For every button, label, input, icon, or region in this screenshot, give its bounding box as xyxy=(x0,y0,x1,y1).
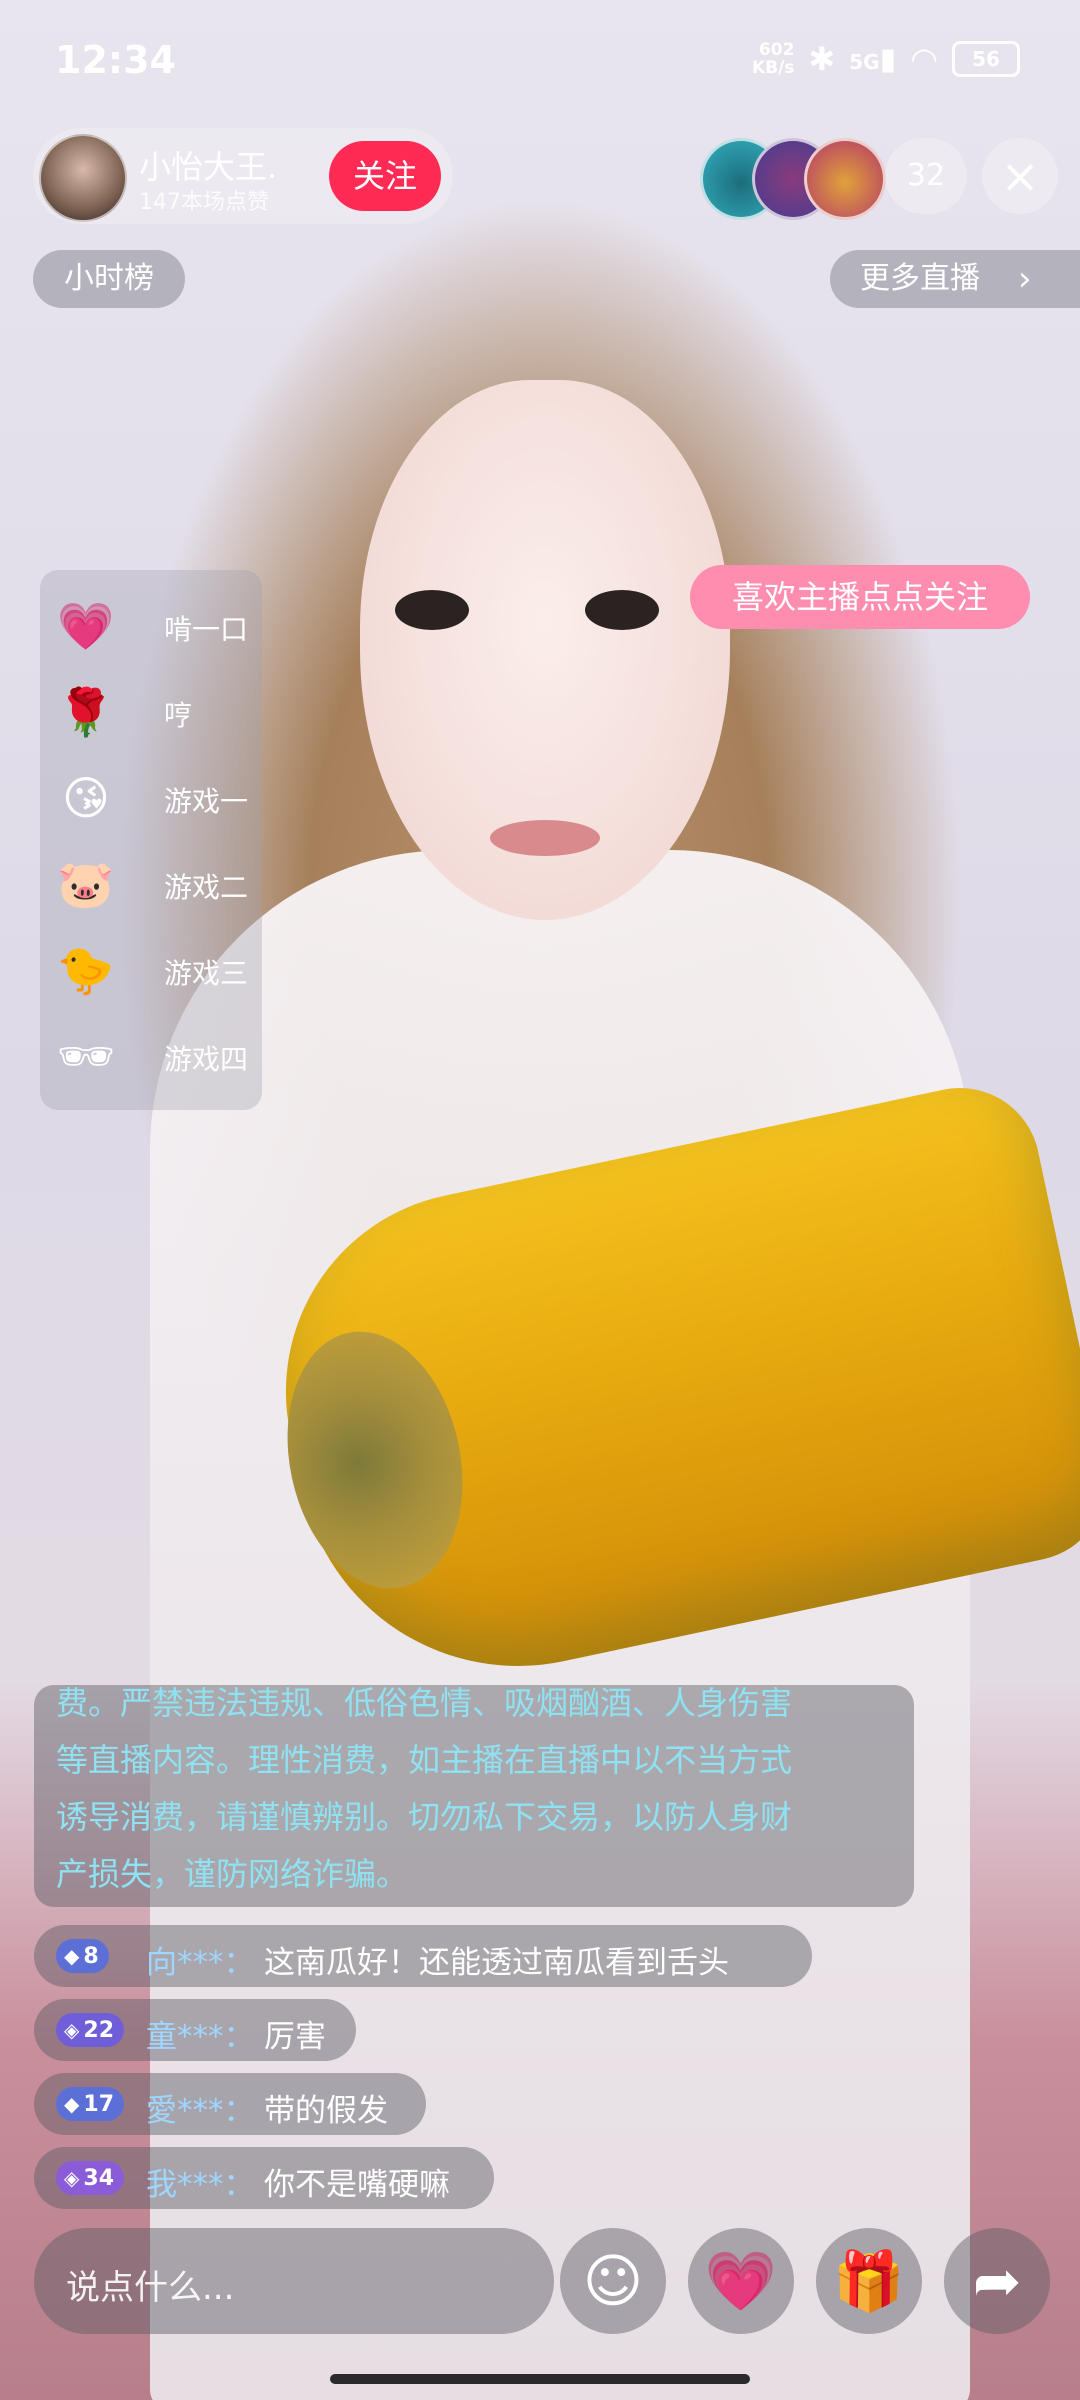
sunglasses-icon: 🕶 xyxy=(56,1029,116,1083)
status-icons: 602 KB/s ✱ 5G▮ ◠ 56 xyxy=(752,40,1020,78)
battery-icon: 56 xyxy=(952,41,1020,77)
streamer-eye xyxy=(585,590,659,630)
gift-label: 游戏三 xyxy=(164,957,249,990)
comment-row[interactable]: ◆ 8 向***： 这南瓜好！还能透过南瓜看到舌头 xyxy=(34,1925,812,1987)
gift-label: 游戏四 xyxy=(164,1043,249,1076)
notice-text: 费。严禁违法违规、低俗色情、吸烟酗酒、人身伤害 等直播内容。理性消费，如主播在直… xyxy=(56,1685,793,1893)
more-live-label: 更多直播 xyxy=(860,261,980,296)
hourly-rank-button[interactable]: 小时榜 xyxy=(33,250,185,308)
level-badge: ◆ 17 xyxy=(56,2087,125,2121)
comment-message: 厉害 xyxy=(264,2019,326,2055)
level-badge: ◆ 8 xyxy=(56,1939,109,1973)
streamer-eye xyxy=(395,590,469,630)
host-name: 小怡大王. xyxy=(139,148,278,186)
diamond-icon: ◆ xyxy=(64,1944,80,1968)
comment-user[interactable]: 愛***： xyxy=(146,2085,255,2130)
gift-item[interactable]: 🕶 游戏四 xyxy=(56,1020,256,1092)
host-avatar[interactable] xyxy=(39,134,127,222)
pig-icon: 🐷 xyxy=(57,857,115,911)
comment-row[interactable]: ◆ 17 愛***： 带的假发 xyxy=(34,2073,426,2135)
gift-label: 啃一口 xyxy=(164,613,249,646)
viewer-count[interactable]: 32 xyxy=(885,138,967,214)
more-live-button[interactable]: 更多直播 › xyxy=(830,250,1080,308)
follow-prompt-bubble[interactable]: 喜欢主播点点关注 xyxy=(690,565,1030,629)
network-speed: 602 KB/s xyxy=(751,40,795,78)
face-icon: 😘 xyxy=(62,771,110,825)
level-badge: ◈ 34 xyxy=(56,2161,125,2195)
comment-user[interactable]: 童***： xyxy=(146,2011,255,2056)
comment-message: 这南瓜好！还能透过南瓜看到舌头 xyxy=(264,1945,729,1981)
chevron-right-icon: › xyxy=(1018,259,1032,299)
wifi-icon: ◠ xyxy=(910,40,938,78)
duck-icon: 🐤 xyxy=(57,943,115,997)
streamer-lips xyxy=(490,820,600,856)
level-badge: ◈ 22 xyxy=(56,2013,125,2047)
diamond-icon: ◈ xyxy=(64,2018,80,2042)
comment-user[interactable]: 我***： xyxy=(146,2159,255,2204)
close-icon[interactable]: × xyxy=(982,138,1058,214)
clock: 12:34 xyxy=(55,38,176,82)
signal-5g-icon: 5G▮ xyxy=(849,41,897,77)
gift-label: 游戏二 xyxy=(164,871,249,904)
system-notice: 费。严禁违法违规、低俗色情、吸烟酗酒、人身伤害 等直播内容。理性消费，如主播在直… xyxy=(34,1685,914,1907)
gift-box-icon[interactable]: 🎁 xyxy=(816,2228,922,2334)
comment-input-placeholder: 说点什么... xyxy=(66,2268,235,2308)
comment-message: 带的假发 xyxy=(264,2093,388,2129)
gift-label: 哼 xyxy=(164,699,193,732)
gift-item[interactable]: 🌹 哼 xyxy=(56,676,256,748)
gift-item[interactable]: 🐤 游戏三 xyxy=(56,934,256,1006)
diamond-icon: ◈ xyxy=(64,2166,80,2190)
gift-item[interactable]: 😘 游戏一 xyxy=(56,762,256,834)
share-icon[interactable]: ➦ xyxy=(944,2228,1050,2334)
follow-button[interactable]: 关注 xyxy=(329,141,441,211)
home-indicator[interactable] xyxy=(330,2374,750,2384)
gift-item[interactable]: 🐷 游戏二 xyxy=(56,848,256,920)
comment-row[interactable]: ◈ 22 童***： 厉害 xyxy=(34,1999,356,2061)
comment-message: 你不是嘴硬嘛 xyxy=(264,2167,450,2203)
comment-input[interactable]: 说点什么... xyxy=(34,2228,554,2334)
host-info[interactable]: 小怡大王. 147本场点赞 关注 xyxy=(33,128,453,224)
comment-row[interactable]: ◈ 34 我***： 你不是嘴硬嘛 xyxy=(34,2147,494,2209)
diamond-icon: ◆ xyxy=(64,2092,80,2116)
status-bar: 12:34 602 KB/s ✱ 5G▮ ◠ 56 xyxy=(0,0,1080,120)
comment-user[interactable]: 向***： xyxy=(146,1937,255,1982)
gift-item[interactable]: 💗 啃一口 xyxy=(56,590,256,662)
emoji-icon[interactable]: ☺ xyxy=(560,2228,666,2334)
live-stream-screen: 12:34 602 KB/s ✱ 5G▮ ◠ 56 小怡大王. 147本场点赞 … xyxy=(0,0,1080,2400)
heart-icon: 💗 xyxy=(57,599,115,653)
host-likes: 147本场点赞 xyxy=(139,190,269,215)
bluetooth-icon: ✱ xyxy=(808,40,836,78)
top-viewers[interactable] xyxy=(700,138,886,220)
rose-icon: 🌹 xyxy=(57,685,115,739)
gift-label: 游戏一 xyxy=(164,785,249,818)
gift-panel: 💗 啃一口 🌹 哼 😘 游戏一 🐷 游戏二 🐤 游戏三 🕶 游戏四 xyxy=(40,570,262,1110)
viewer-avatar[interactable] xyxy=(804,138,886,220)
like-heart-icon[interactable]: 💗 xyxy=(688,2228,794,2334)
